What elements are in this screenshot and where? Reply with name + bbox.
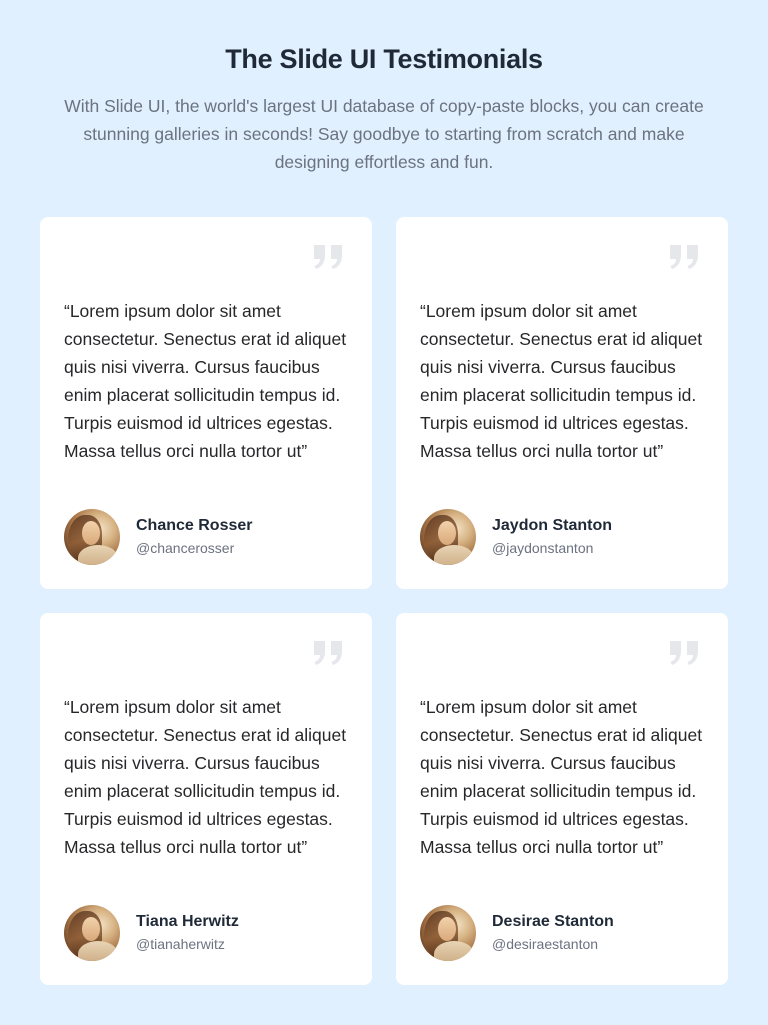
quote-icon <box>314 641 342 665</box>
testimonial-author: Jaydon Stanton @jaydonstanton <box>420 509 612 565</box>
testimonial-author: Chance Rosser @chancerosser <box>64 509 253 565</box>
testimonials-grid: “Lorem ipsum dolor sit amet consectetur.… <box>40 217 728 985</box>
author-handle: @chancerosser <box>136 540 235 556</box>
testimonial-author: Tiana Herwitz @tianaherwitz <box>64 905 239 961</box>
testimonial-quote: “Lorem ipsum dolor sit amet consectetur.… <box>64 697 347 857</box>
author-handle: @tianaherwitz <box>136 936 225 952</box>
quote-icon <box>670 641 698 665</box>
testimonial-card: “Lorem ipsum dolor sit amet consectetur.… <box>40 613 372 985</box>
testimonial-card: “Lorem ipsum dolor sit amet consectetur.… <box>396 217 728 589</box>
avatar <box>64 905 120 961</box>
testimonial-quote: “Lorem ipsum dolor sit amet consectetur.… <box>420 301 703 461</box>
avatar <box>420 509 476 565</box>
author-name: Tiana Herwitz <box>136 913 239 930</box>
testimonial-quote: “Lorem ipsum dolor sit amet consectetur.… <box>420 697 703 857</box>
testimonial-card: “Lorem ipsum dolor sit amet consectetur.… <box>396 613 728 985</box>
page-title: The Slide UI Testimonials <box>225 44 543 74</box>
author-name: Desirae Stanton <box>492 913 614 930</box>
testimonial-card: “Lorem ipsum dolor sit amet consectetur.… <box>40 217 372 589</box>
testimonial-quote: “Lorem ipsum dolor sit amet consectetur.… <box>64 301 347 461</box>
author-name: Jaydon Stanton <box>492 517 613 534</box>
testimonial-author: Desirae Stanton @desiraestanton <box>420 905 614 961</box>
author-name: Chance Rosser <box>136 517 253 534</box>
author-handle: @jaydonstanton <box>492 540 594 556</box>
author-handle: @desiraestanton <box>492 936 599 952</box>
quote-icon <box>314 245 342 269</box>
section-header: The Slide UI Testimonials With Slide UI,… <box>0 0 768 176</box>
avatar <box>420 905 476 961</box>
avatar <box>64 509 120 565</box>
quote-icon <box>670 245 698 269</box>
page-subtitle: With Slide UI, the world's largest UI da… <box>64 96 704 172</box>
